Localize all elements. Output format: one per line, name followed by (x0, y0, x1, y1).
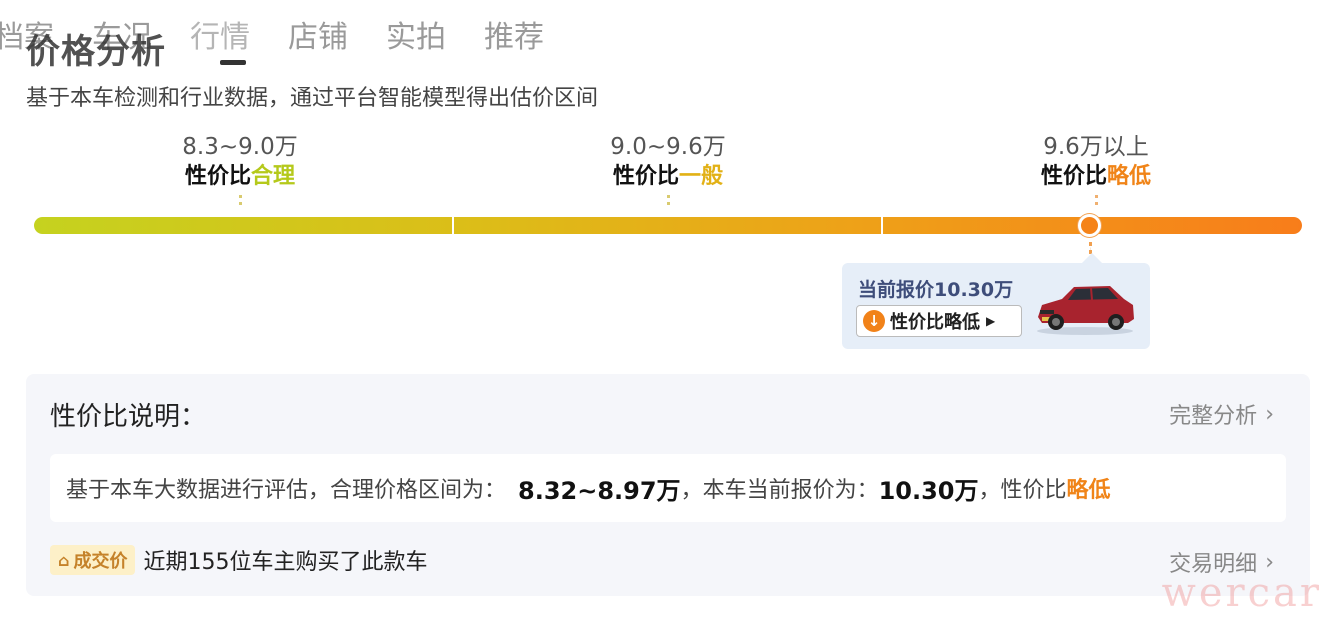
price-range-low: 9.6万以上 性价比略低 (996, 132, 1196, 205)
desc-mid: ，本车当前报价为： (680, 478, 879, 503)
range-dots (239, 195, 242, 205)
tab-market[interactable]: 行情 (190, 16, 250, 60)
tab-shop[interactable]: 店铺 (288, 16, 348, 60)
range-price: 8.3~9.0万 (182, 134, 298, 160)
range-rating: 性价比略低 (996, 162, 1196, 192)
chevron-right-icon: › (1265, 401, 1274, 427)
rating-level: 一般 (679, 164, 724, 189)
bar-divider (452, 217, 454, 234)
play-arrow-icon: ▶ (986, 314, 996, 328)
tab-recommend[interactable]: 推荐 (484, 16, 544, 60)
deal-price-badge: ⌂ 成交价 (50, 545, 136, 575)
value-rating-tag[interactable]: ↓ 性价比略低 ▶ (856, 305, 1022, 337)
value-explanation-card: 性价比说明： 完整分析 › 基于本车大数据进行评估，合理价格区间为： 8.32~… (26, 374, 1310, 596)
range-rating: 性价比合理 (140, 162, 340, 192)
desc-prefix: 基于本车大数据进行评估，合理价格区间为： (66, 478, 507, 503)
car-image (1037, 286, 1134, 335)
desc-suffix: ，性价比 (978, 478, 1067, 503)
active-tab-indicator (220, 60, 246, 65)
rating-prefix: 性价比 (612, 164, 679, 189)
deal-row: ⌂ 成交价 近期155位车主购买了此款车 (50, 544, 427, 576)
price-gradient-bar (34, 217, 1302, 234)
page-subtitle: 基于本车检测和行业数据，通过平台智能模型得出估价区间 (26, 86, 599, 111)
value-level: 略低 (1066, 478, 1111, 503)
range-price: 9.0~9.6万 (610, 134, 726, 160)
full-analysis-link[interactable]: 完整分析 › (1169, 398, 1274, 430)
page-title: 价格分析 (26, 32, 166, 72)
current-price-value: 10.30万 (878, 476, 979, 505)
bar-divider (881, 217, 883, 234)
current-price-bubble: 当前报价10.30万 ↓ 性价比略低 ▶ (842, 253, 1150, 349)
range-rating: 性价比一般 (568, 162, 768, 192)
rating-level: 合理 (251, 164, 296, 189)
tab-photos[interactable]: 实拍 (386, 16, 446, 60)
explanation-text: 基于本车大数据进行评估，合理价格区间为： 8.32~8.97万 ，本车当前报价为… (50, 454, 1286, 522)
current-price-marker (1078, 214, 1101, 237)
value-rating-text: 性价比略低 (890, 312, 980, 333)
deal-count-text: 近期155位车主购买了此款车 (143, 550, 428, 575)
card-title: 性价比说明： (50, 402, 207, 432)
full-analysis-label: 完整分析 (1169, 404, 1258, 429)
price-range-average: 9.0~9.6万 性价比一般 (568, 132, 768, 205)
reasonable-range-value: 8.32~8.97万 (518, 476, 681, 505)
current-price-label: 当前报价10.30万 (858, 279, 1014, 301)
rating-prefix: 性价比 (1040, 164, 1107, 189)
price-range-reasonable: 8.3~9.0万 性价比合理 (140, 132, 340, 205)
deal-badge-label: 成交价 (73, 551, 128, 572)
range-dots (1095, 195, 1098, 205)
range-price: 9.6万以上 (1043, 134, 1149, 160)
arrow-down-circle-icon: ↓ (863, 310, 885, 332)
watermark: wercar (1161, 570, 1322, 616)
rating-prefix: 性价比 (184, 164, 251, 189)
tag-icon: ⌂ (58, 550, 70, 570)
rating-level: 略低 (1107, 164, 1152, 189)
range-dots (667, 195, 670, 205)
